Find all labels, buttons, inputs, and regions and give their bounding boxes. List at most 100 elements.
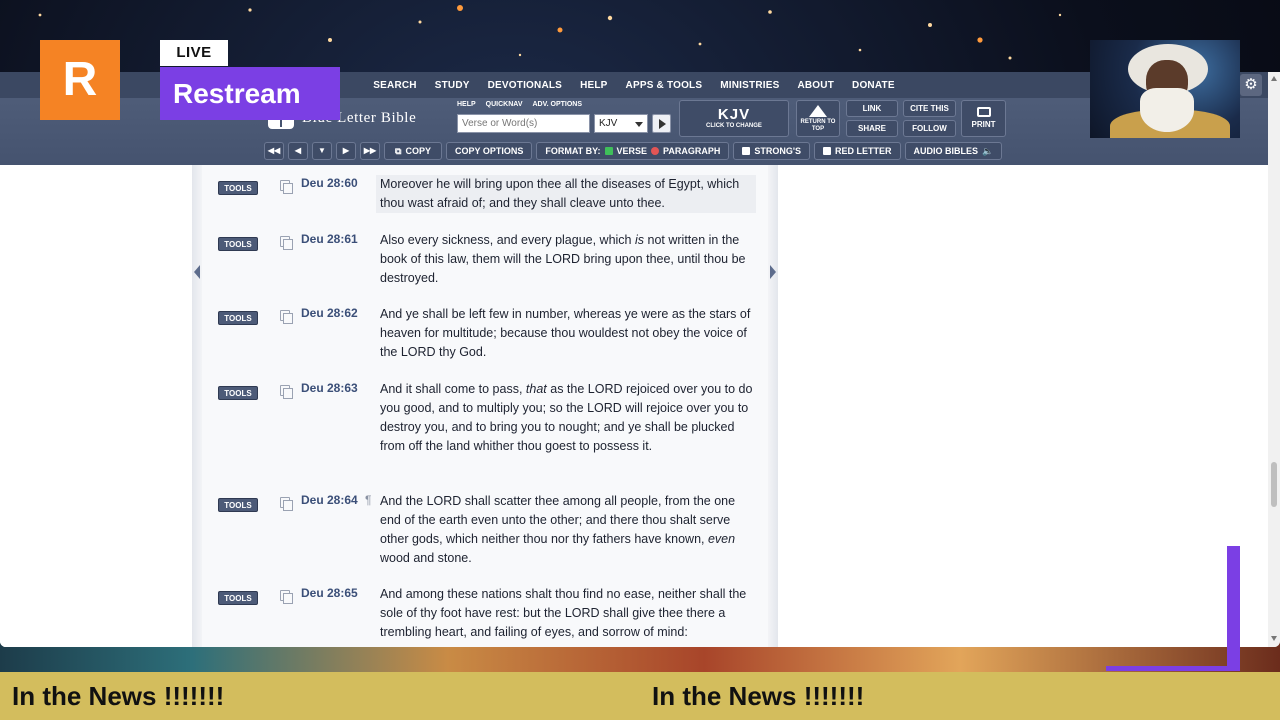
version-select[interactable]: KJV bbox=[594, 114, 648, 133]
chevron-down-icon bbox=[635, 122, 643, 127]
format-by-label: FORMAT BY: bbox=[545, 146, 601, 156]
verse-reference[interactable]: Deu 28:62 bbox=[301, 306, 358, 320]
red-letter-toggle[interactable]: RED LETTER bbox=[814, 142, 901, 160]
live-label: LIVE bbox=[160, 40, 228, 66]
next-book-button[interactable]: ▶▶ bbox=[360, 142, 380, 160]
tools-button[interactable]: TOOLS bbox=[218, 591, 258, 605]
previous-chapter-button[interactable]: ◀ bbox=[288, 142, 308, 160]
restream-live-badge: R LIVE Restream bbox=[40, 40, 340, 120]
verse-reference[interactable]: Deu 28:60 bbox=[301, 176, 358, 190]
page-scrollbar[interactable] bbox=[1268, 72, 1280, 647]
streamer-portrait-image bbox=[1090, 40, 1240, 138]
right-blank-area bbox=[778, 165, 1268, 647]
restream-brand-name: Restream bbox=[160, 67, 340, 120]
copy-verse-icon[interactable] bbox=[280, 385, 293, 399]
copy-verse-icon[interactable] bbox=[280, 590, 293, 604]
copy-label: COPY bbox=[405, 146, 431, 156]
printer-icon bbox=[976, 107, 991, 117]
ticker-item: In the News !!!!!!! bbox=[652, 681, 865, 711]
previous-book-button[interactable]: ◀◀ bbox=[264, 142, 284, 160]
verse-reference[interactable]: Deu 28:64 bbox=[301, 493, 358, 507]
format-by-group: FORMAT BY: VERSE PARAGRAPH bbox=[536, 142, 730, 160]
tools-button[interactable]: TOOLS bbox=[218, 181, 258, 195]
red-letter-label: RED LETTER bbox=[835, 146, 892, 156]
overlay-frame-horizontal bbox=[1106, 666, 1240, 671]
share-button[interactable]: SHARE bbox=[846, 120, 898, 137]
gear-icon[interactable]: ⚙ bbox=[1240, 74, 1262, 96]
return-to-top-label: RETURN TO TOP bbox=[800, 119, 836, 132]
scroll-down-icon[interactable] bbox=[1271, 636, 1277, 641]
tools-button[interactable]: TOOLS bbox=[218, 386, 258, 400]
verse-reference[interactable]: Deu 28:63 bbox=[301, 381, 358, 395]
search-links: HELP QUICKNAV ADV. OPTIONS bbox=[457, 101, 582, 108]
verse-text: And the LORD shall scatter thee among al… bbox=[380, 494, 736, 565]
previous-chapter-arrow-icon[interactable] bbox=[194, 265, 200, 279]
audio-bibles-label: AUDIO BIBLES bbox=[913, 146, 979, 156]
next-chapter-arrow-icon[interactable] bbox=[770, 265, 776, 279]
left-blank-area bbox=[0, 165, 192, 647]
nav-search[interactable]: SEARCH bbox=[364, 80, 425, 91]
portrait-beard bbox=[1140, 88, 1194, 132]
copy-button[interactable]: ⧉ COPY bbox=[384, 142, 442, 160]
restream-logo-letter: R bbox=[40, 40, 120, 120]
right-chapter-nav-strip[interactable] bbox=[768, 165, 778, 647]
copy-verse-icon[interactable] bbox=[280, 310, 293, 324]
search-go-button[interactable] bbox=[652, 114, 671, 133]
cite-this-button[interactable]: CITE THIS bbox=[903, 100, 956, 117]
chapter-list-button[interactable]: ▼ bbox=[312, 142, 332, 160]
verse-text: And among these nations shalt thou find … bbox=[380, 587, 747, 639]
follow-button[interactable]: FOLLOW bbox=[903, 120, 956, 137]
nav-apps-tools[interactable]: APPS & TOOLS bbox=[617, 80, 712, 91]
nav-devotionals[interactable]: DEVOTIONALS bbox=[479, 80, 571, 91]
copy-icon: ⧉ bbox=[395, 146, 402, 156]
red-letter-checkbox[interactable] bbox=[823, 147, 832, 155]
search-help-link[interactable]: HELP bbox=[457, 101, 476, 108]
tools-button[interactable]: TOOLS bbox=[218, 498, 258, 512]
version-name: KJV bbox=[717, 106, 751, 123]
paragraph-mark-icon: ¶ bbox=[365, 493, 372, 507]
arrow-up-icon bbox=[809, 105, 827, 117]
browser-viewport: SEARCH STUDY DEVOTIONALS HELP APPS & TOO… bbox=[0, 72, 1280, 647]
verse-format-label[interactable]: VERSE bbox=[617, 143, 648, 159]
verse-text: Also every sickness, and every plague, w… bbox=[380, 233, 746, 285]
nav-study[interactable]: STUDY bbox=[426, 80, 479, 91]
speaker-icon: 🔈 bbox=[982, 146, 994, 156]
verse-reference[interactable]: Deu 28:61 bbox=[301, 232, 358, 246]
nav-help[interactable]: HELP bbox=[571, 80, 616, 91]
news-ticker: In the News !!!!!!! In the News !!!!!!! bbox=[0, 672, 1280, 720]
link-button[interactable]: LINK bbox=[846, 100, 898, 117]
page-content: TOOLS Deu 28:60 Moreover he will bring u… bbox=[0, 165, 1268, 647]
copy-verse-icon[interactable] bbox=[280, 497, 293, 511]
adv-options-link[interactable]: ADV. OPTIONS bbox=[533, 101, 583, 108]
return-to-top-button[interactable]: RETURN TO TOP bbox=[796, 100, 840, 137]
scroll-up-icon[interactable] bbox=[1271, 76, 1277, 81]
strongs-toggle[interactable]: STRONG'S bbox=[733, 142, 811, 160]
nav-ministries[interactable]: MINISTRIES bbox=[711, 80, 788, 91]
nav-donate[interactable]: DONATE bbox=[843, 80, 904, 91]
audio-bibles-button[interactable]: AUDIO BIBLES 🔈 bbox=[904, 142, 1003, 160]
paragraph-format-icon[interactable] bbox=[651, 147, 660, 155]
paragraph-format-label[interactable]: PARAGRAPH bbox=[663, 143, 720, 159]
left-chapter-nav-strip[interactable] bbox=[192, 165, 202, 647]
verse-toolbar: ◀◀ ◀ ▼ ▶ ▶▶ ⧉ COPY COPY OPTIONS FORMAT B… bbox=[264, 142, 1003, 160]
nav-about[interactable]: ABOUT bbox=[788, 80, 843, 91]
scroll-thumb[interactable] bbox=[1271, 462, 1277, 507]
tools-button[interactable]: TOOLS bbox=[218, 237, 258, 251]
copy-verse-icon[interactable] bbox=[280, 180, 293, 194]
verse-format-check-icon[interactable] bbox=[604, 147, 613, 155]
verse-reference[interactable]: Deu 28:65 bbox=[301, 586, 358, 600]
ticker-item: In the News !!!!!!! bbox=[12, 681, 225, 711]
verse-text: And ye shall be left few in number, wher… bbox=[380, 307, 751, 359]
quicknav-link[interactable]: QUICKNAV bbox=[486, 101, 523, 108]
copy-options-button[interactable]: COPY OPTIONS bbox=[446, 142, 533, 160]
overlay-frame-vertical bbox=[1227, 546, 1240, 670]
next-chapter-button[interactable]: ▶ bbox=[336, 142, 356, 160]
print-button[interactable]: PRINT bbox=[961, 100, 1006, 137]
tools-button[interactable]: TOOLS bbox=[218, 311, 258, 325]
version-change-button[interactable]: KJV CLICK TO CHANGE bbox=[679, 100, 789, 137]
print-label: PRINT bbox=[971, 120, 996, 129]
verse-list: TOOLS Deu 28:60 Moreover he will bring u… bbox=[202, 165, 768, 647]
strongs-checkbox[interactable] bbox=[742, 147, 751, 155]
copy-verse-icon[interactable] bbox=[280, 236, 293, 250]
search-input[interactable] bbox=[457, 114, 590, 133]
